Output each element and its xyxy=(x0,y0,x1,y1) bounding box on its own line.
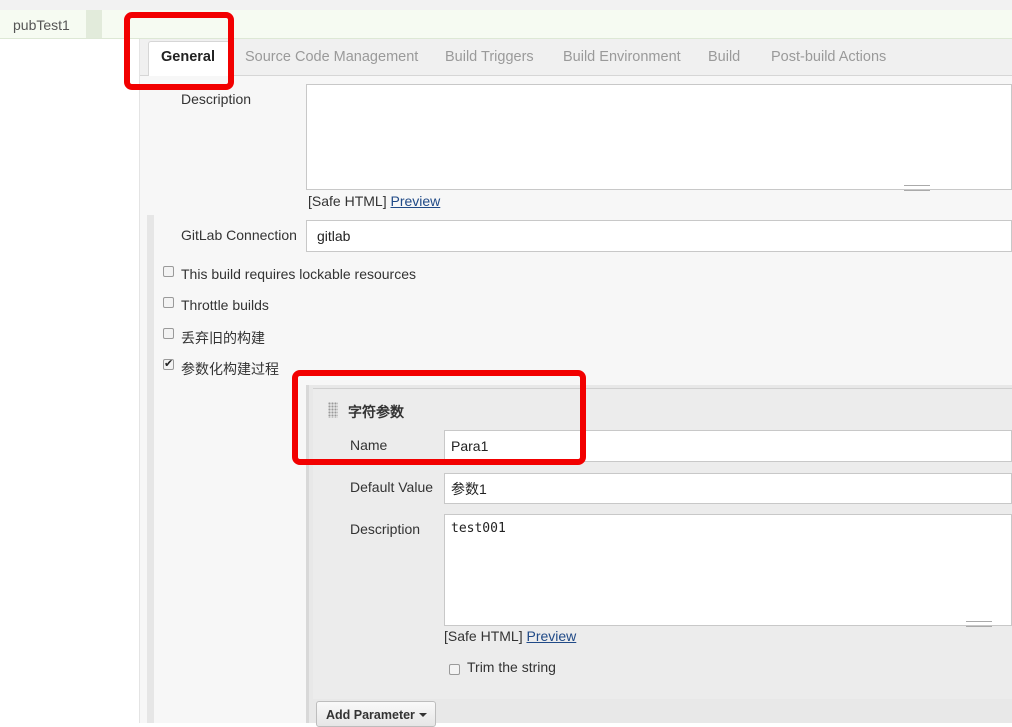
breadcrumb-separator xyxy=(86,10,102,38)
parameter-preview-link[interactable]: Preview xyxy=(526,628,576,644)
tab-source-code-management[interactable]: Source Code Management xyxy=(245,49,418,65)
parameter-description-label: Description xyxy=(350,521,421,537)
parameter-description-text: test001 xyxy=(451,521,506,536)
parameter-description-textarea[interactable]: test001 xyxy=(444,514,1012,626)
section-indent-bar xyxy=(147,215,154,723)
tab-build-environment[interactable]: Build Environment xyxy=(563,49,681,65)
chevron-down-icon xyxy=(419,713,427,717)
description-label: Description xyxy=(181,91,252,107)
throttle-builds-label: Throttle builds xyxy=(181,297,269,313)
gitlab-connection-select[interactable]: gitlab xyxy=(306,220,1012,252)
lockable-resources-label: This build requires lockable resources xyxy=(181,266,416,282)
parameter-safe-html: [Safe HTML] Preview xyxy=(444,628,576,644)
tab-build-triggers[interactable]: Build Triggers xyxy=(445,49,534,65)
add-parameter-button[interactable]: Add Parameter xyxy=(316,701,436,727)
default-value-input[interactable]: 参数1 xyxy=(444,473,1012,504)
checkmark-icon: ✔ xyxy=(164,358,174,370)
trim-string-checkbox[interactable] xyxy=(449,664,460,675)
description-textarea[interactable] xyxy=(306,84,1012,190)
tab-post-build-actions[interactable]: Post-build Actions xyxy=(771,49,886,65)
side-panel xyxy=(0,39,140,723)
default-value-text: 参数1 xyxy=(451,480,487,497)
annotation-box-string-parameter xyxy=(292,370,586,465)
breadcrumb-project-link[interactable]: pubTest1 xyxy=(13,17,70,33)
parameter-description-resize-handle[interactable] xyxy=(966,621,992,627)
description-preview-link[interactable]: Preview xyxy=(390,193,440,209)
tab-build[interactable]: Build xyxy=(708,49,740,65)
description-resize-handle[interactable] xyxy=(904,185,930,191)
trim-string-label: Trim the string xyxy=(467,659,556,675)
description-safe-html: [Safe HTML] Preview xyxy=(308,193,440,209)
safe-html-text: [Safe HTML] xyxy=(308,193,387,209)
discard-old-builds-checkbox[interactable] xyxy=(163,328,174,339)
throttle-builds-checkbox[interactable] xyxy=(163,297,174,308)
gitlab-connection-label: GitLab Connection xyxy=(181,227,297,243)
gitlab-connection-value: gitlab xyxy=(317,228,351,244)
discard-old-builds-label: 丢弃旧的构建 xyxy=(181,330,265,346)
parameterized-build-label: 参数化构建过程 xyxy=(181,361,279,377)
parameter-safe-html-text: [Safe HTML] xyxy=(444,628,523,644)
lockable-resources-checkbox[interactable] xyxy=(163,266,174,277)
add-parameter-label: Add Parameter xyxy=(326,708,415,722)
annotation-box-general-tab xyxy=(124,12,234,90)
default-value-label: Default Value xyxy=(350,479,434,495)
parameterized-build-checkbox[interactable]: ✔ xyxy=(163,359,174,370)
